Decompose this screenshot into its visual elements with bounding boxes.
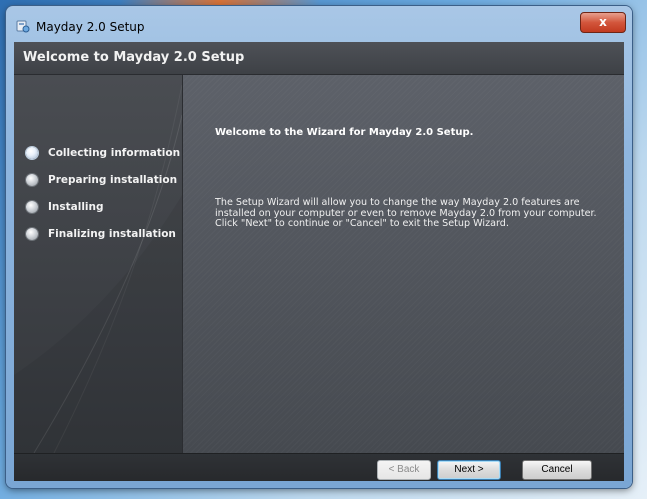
steps-sidebar: Collecting information Preparing install… [14,75,183,453]
wizard-header: Welcome to Mayday 2.0 Setup [14,42,624,75]
cancel-button[interactable]: Cancel [522,460,592,480]
next-button[interactable]: Next > [437,460,501,480]
page-title: Welcome to Mayday 2.0 Setup [23,50,245,65]
wizard-body: Collecting information Preparing install… [14,75,624,453]
step-collecting-information: Collecting information [26,145,180,161]
window-title: Mayday 2.0 Setup [36,20,145,34]
wizard-client-area: Welcome to Mayday 2.0 Setup Collecting i… [14,42,624,481]
step-preparing-installation: Preparing installation [26,172,177,188]
installer-icon [16,20,30,33]
setup-window: Mayday 2.0 Setup x Welcome to Mayday 2.0… [6,6,632,488]
sidebar-swoosh-decoration [14,84,182,453]
step-label: Preparing installation [48,174,178,186]
step-installing: Installing [26,199,104,215]
back-button[interactable]: < Back [377,460,431,480]
step-bullet-icon [26,201,38,213]
close-button[interactable]: x [580,12,626,33]
wizard-footer: < Back Next > Cancel [14,453,624,481]
wizard-content-panel: Welcome to the Wizard for Mayday 2.0 Set… [183,75,624,453]
step-finalizing-installation: Finalizing installation [26,226,176,242]
step-label: Finalizing installation [48,228,176,240]
title-bar[interactable]: Mayday 2.0 Setup x [6,6,632,42]
step-active-bullet-icon [26,147,38,159]
step-bullet-icon [26,174,38,186]
welcome-heading: Welcome to the Wizard for Mayday 2.0 Set… [215,127,474,138]
step-bullet-icon [26,228,38,240]
welcome-description: The Setup Wizard will allow you to chang… [215,197,597,229]
step-label: Installing [48,201,104,213]
step-label: Collecting information [48,147,181,159]
